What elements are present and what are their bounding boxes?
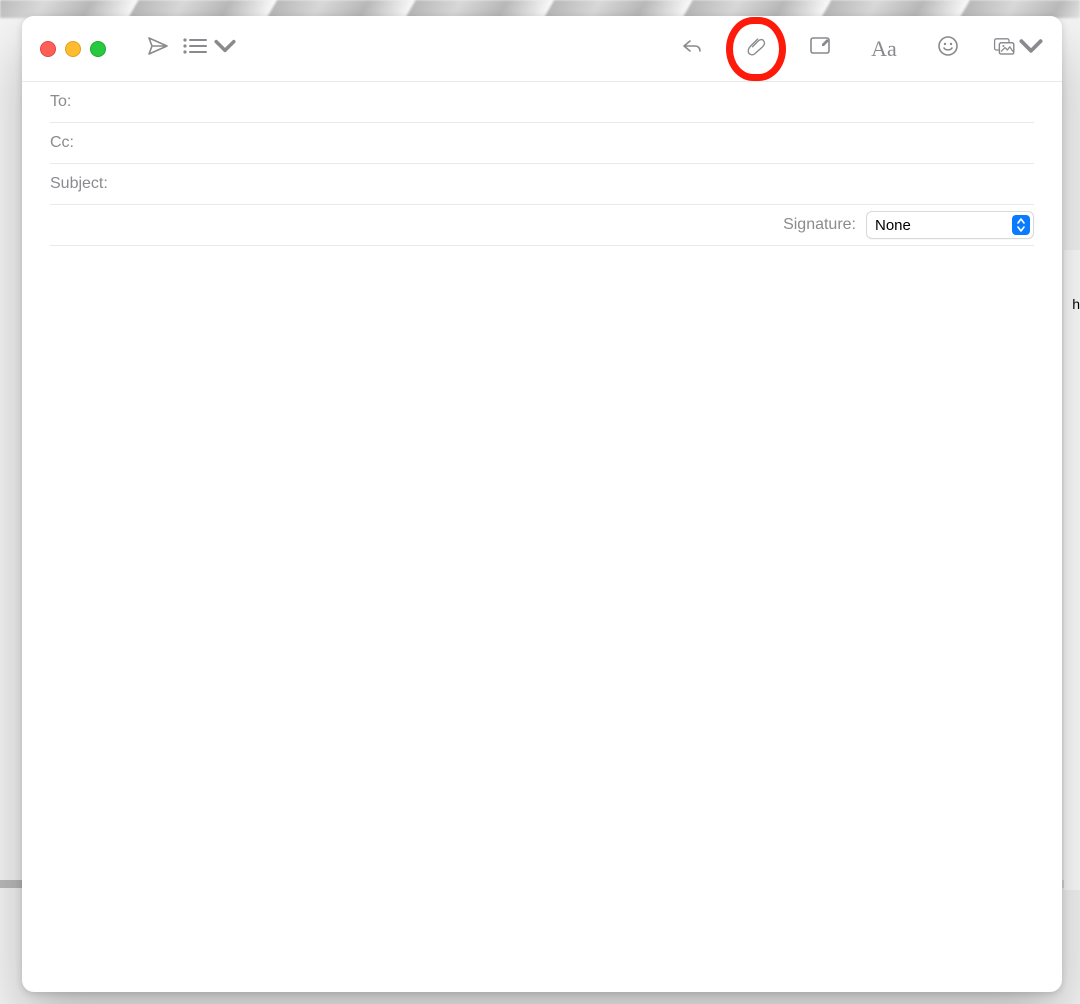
minimize-window-button[interactable]	[65, 41, 81, 57]
attach-button[interactable]	[738, 27, 774, 71]
reply-button[interactable]	[674, 27, 710, 71]
signature-select[interactable]: None	[866, 211, 1034, 239]
reply-arrow-icon	[680, 34, 704, 63]
compose-window: Aa	[22, 16, 1062, 992]
subject-label: Subject:	[50, 175, 112, 193]
chevron-down-icon	[1019, 34, 1043, 63]
to-row: To:	[50, 82, 1034, 123]
message-headers: To: Cc: Subject: Signature: None	[22, 82, 1062, 246]
close-window-button[interactable]	[40, 41, 56, 57]
zoom-window-button[interactable]	[90, 41, 106, 57]
toolbar: Aa	[22, 16, 1062, 82]
to-input[interactable]	[82, 92, 1034, 112]
send-icon	[146, 34, 170, 63]
list-icon	[182, 35, 208, 62]
select-stepper-icon	[1012, 215, 1030, 235]
signature-label: Signature:	[783, 216, 856, 234]
signature-value: None	[875, 217, 911, 234]
header-fields-button[interactable]	[188, 27, 232, 71]
text-format-icon: Aa	[871, 36, 897, 62]
subject-input[interactable]	[118, 174, 1034, 194]
emoji-button[interactable]	[930, 27, 966, 71]
send-button[interactable]	[136, 27, 180, 71]
to-label: To:	[50, 93, 76, 111]
subject-row: Subject:	[50, 164, 1034, 205]
background-text-fragment: h	[1072, 296, 1080, 312]
window-controls	[40, 41, 106, 57]
message-body[interactable]	[22, 246, 1062, 992]
paperclip-icon	[744, 34, 768, 63]
chevron-down-icon	[212, 35, 238, 62]
cc-input[interactable]	[82, 133, 1034, 153]
window-behind-sliver	[1064, 250, 1080, 890]
markup-icon	[808, 34, 832, 63]
cc-label: Cc:	[50, 134, 76, 152]
photo-browser-button[interactable]	[994, 27, 1042, 71]
emoji-icon	[936, 34, 960, 63]
markup-button[interactable]	[802, 27, 838, 71]
format-bar-button[interactable]: Aa	[866, 27, 902, 71]
photo-icon	[993, 34, 1017, 63]
cc-row: Cc:	[50, 123, 1034, 164]
signature-row: Signature: None	[50, 205, 1034, 246]
